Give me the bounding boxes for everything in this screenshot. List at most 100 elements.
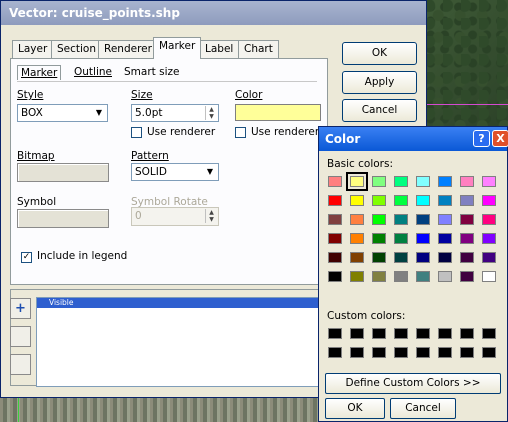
basic-color-swatch[interactable] xyxy=(438,252,452,263)
basic-color-swatch[interactable] xyxy=(482,195,496,206)
basic-color-swatch[interactable] xyxy=(394,252,408,263)
map-feature-line xyxy=(425,104,508,105)
tab-label[interactable]: Label xyxy=(199,40,240,58)
chevron-down-icon[interactable]: ▼ xyxy=(203,165,217,179)
basic-color-swatch[interactable] xyxy=(394,176,408,187)
subtab-smart-size[interactable]: Smart size xyxy=(121,65,182,79)
custom-color-swatch[interactable] xyxy=(328,328,342,339)
custom-color-swatch[interactable] xyxy=(350,347,364,358)
custom-color-swatch[interactable] xyxy=(350,328,364,339)
custom-color-swatch[interactable] xyxy=(372,328,386,339)
basic-color-swatch[interactable] xyxy=(482,233,496,244)
basic-color-swatch[interactable] xyxy=(460,271,474,282)
custom-color-swatch[interactable] xyxy=(416,328,430,339)
basic-color-swatch[interactable] xyxy=(328,252,342,263)
subtab-marker[interactable]: Marker xyxy=(17,65,62,80)
basic-color-swatch[interactable] xyxy=(350,252,364,263)
basic-color-swatch[interactable] xyxy=(350,195,364,206)
basic-color-swatch[interactable] xyxy=(416,233,430,244)
basic-color-swatch[interactable] xyxy=(350,271,364,282)
basic-color-swatch[interactable] xyxy=(482,271,496,282)
basic-color-swatch[interactable] xyxy=(438,271,452,282)
custom-color-swatch[interactable] xyxy=(372,347,386,358)
basic-color-swatch[interactable] xyxy=(394,233,408,244)
custom-color-swatch[interactable] xyxy=(394,328,408,339)
basic-color-swatch[interactable] xyxy=(416,195,430,206)
add-symbol-button[interactable]: + xyxy=(10,298,31,319)
chevron-down-icon[interactable]: ▼ xyxy=(92,106,106,120)
help-icon[interactable]: ? xyxy=(473,130,490,147)
custom-color-swatch[interactable] xyxy=(482,328,496,339)
tab-chart[interactable]: Chart xyxy=(238,40,279,58)
subtab-outline[interactable]: Outline xyxy=(71,65,115,79)
basic-color-swatch[interactable] xyxy=(460,176,474,187)
pattern-select[interactable]: SOLID ▼ xyxy=(131,163,219,181)
custom-color-swatch[interactable] xyxy=(416,347,430,358)
tab-section[interactable]: Section xyxy=(51,40,103,58)
basic-color-swatch[interactable] xyxy=(328,176,342,187)
custom-color-swatch[interactable] xyxy=(460,347,474,358)
basic-color-swatch[interactable] xyxy=(372,195,386,206)
bitmap-button[interactable] xyxy=(17,163,109,182)
basic-color-swatch[interactable] xyxy=(482,252,496,263)
close-icon[interactable]: X xyxy=(492,130,508,147)
basic-color-swatch[interactable] xyxy=(482,176,496,187)
custom-color-swatch[interactable] xyxy=(394,347,408,358)
tab-renderer[interactable]: Renderer xyxy=(98,40,158,58)
use-renderer-size-label: Use renderer xyxy=(147,126,216,138)
use-renderer-color-checkbox[interactable] xyxy=(235,127,246,138)
ok-button[interactable]: OK xyxy=(342,42,417,65)
basic-color-swatch[interactable] xyxy=(328,233,342,244)
basic-color-swatch[interactable] xyxy=(372,252,386,263)
basic-color-swatch[interactable] xyxy=(328,214,342,225)
tab-marker[interactable]: Marker xyxy=(153,37,202,59)
basic-color-swatch[interactable] xyxy=(350,233,364,244)
basic-color-swatch[interactable] xyxy=(328,271,342,282)
basic-color-swatch[interactable] xyxy=(438,195,452,206)
basic-color-swatch[interactable] xyxy=(372,233,386,244)
basic-color-swatch[interactable] xyxy=(460,233,474,244)
basic-color-swatch[interactable] xyxy=(416,252,430,263)
basic-color-swatch[interactable] xyxy=(438,176,452,187)
symbol-button[interactable] xyxy=(17,209,109,228)
spinner-arrows-icon: ▲ ▼ xyxy=(205,209,217,223)
size-spinner[interactable]: 5.0pt ▲ ▼ xyxy=(131,104,219,122)
basic-color-swatch[interactable] xyxy=(394,271,408,282)
color-cancel-button[interactable]: Cancel xyxy=(390,398,456,419)
basic-color-swatch[interactable] xyxy=(350,214,364,225)
basic-color-swatch[interactable] xyxy=(416,176,430,187)
custom-color-swatch[interactable] xyxy=(482,347,496,358)
use-renderer-size-checkbox[interactable] xyxy=(131,127,142,138)
basic-color-swatch[interactable] xyxy=(460,214,474,225)
custom-color-swatch[interactable] xyxy=(438,328,452,339)
include-legend-checkbox[interactable]: ✓ xyxy=(21,252,32,263)
list-button-3[interactable] xyxy=(10,354,31,375)
basic-color-swatch[interactable] xyxy=(438,233,452,244)
basic-color-swatch[interactable] xyxy=(328,195,342,206)
basic-color-swatch[interactable] xyxy=(394,214,408,225)
color-swatch-button[interactable] xyxy=(235,104,321,121)
basic-color-swatch[interactable] xyxy=(460,195,474,206)
custom-color-swatch[interactable] xyxy=(438,347,452,358)
basic-color-swatch[interactable] xyxy=(394,195,408,206)
list-button-2[interactable] xyxy=(10,326,31,347)
color-ok-button[interactable]: OK xyxy=(325,398,385,419)
basic-color-swatch[interactable] xyxy=(438,214,452,225)
style-select[interactable]: BOX ▼ xyxy=(17,104,108,122)
custom-color-swatch[interactable] xyxy=(328,347,342,358)
window-title[interactable]: Vector: cruise_points.shp xyxy=(1,1,426,25)
basic-color-swatch[interactable] xyxy=(346,172,368,191)
basic-color-swatch[interactable] xyxy=(372,176,386,187)
basic-color-swatch[interactable] xyxy=(372,214,386,225)
custom-color-swatch[interactable] xyxy=(460,328,474,339)
basic-color-swatch[interactable] xyxy=(416,214,430,225)
apply-button[interactable]: Apply xyxy=(342,71,417,94)
basic-color-swatch[interactable] xyxy=(372,271,386,282)
tab-layer[interactable]: Layer xyxy=(12,40,54,58)
define-custom-colors-button[interactable]: Define Custom Colors >> xyxy=(325,373,501,394)
spinner-arrows-icon[interactable]: ▲ ▼ xyxy=(205,106,217,120)
basic-color-swatch[interactable] xyxy=(416,271,430,282)
basic-color-swatch[interactable] xyxy=(460,252,474,263)
cancel-button[interactable]: Cancel xyxy=(342,99,417,122)
basic-color-swatch[interactable] xyxy=(482,214,496,225)
